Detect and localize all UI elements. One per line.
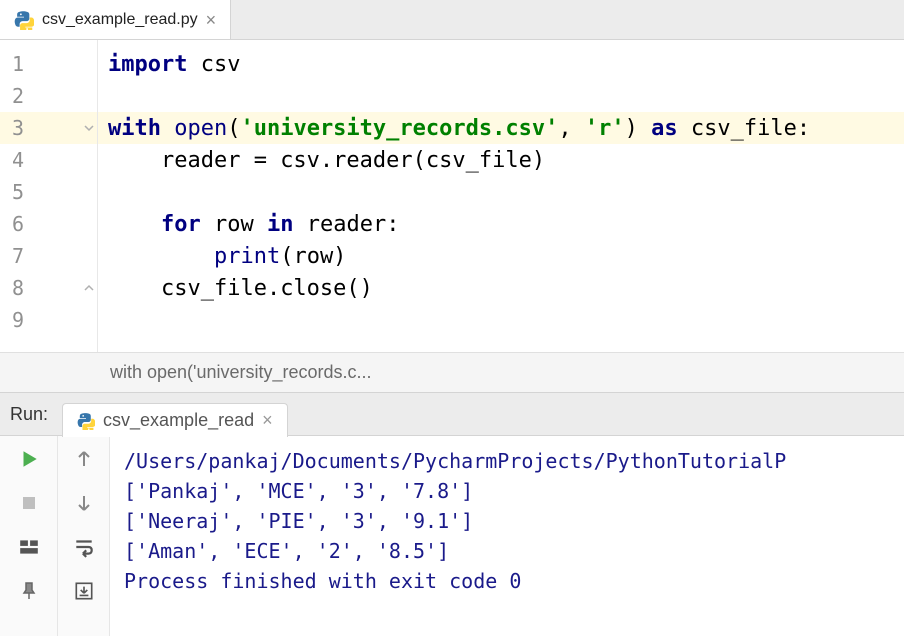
console-line: ['Pankaj', 'MCE', '3', '7.8'] <box>124 476 890 506</box>
editor-tab[interactable]: csv_example_read.py × <box>0 0 231 39</box>
console-line: ['Aman', 'ECE', '2', '8.5'] <box>124 536 890 566</box>
run-config-name: csv_example_read <box>103 410 254 431</box>
code-line: for row in reader: <box>98 208 904 240</box>
close-icon[interactable]: × <box>262 410 273 431</box>
line-number: 3 <box>0 112 97 144</box>
breadcrumb-text: with open('university_records.c... <box>110 362 372 383</box>
code-line: print(row) <box>98 240 904 272</box>
code-line: with open('university_records.csv', 'r')… <box>98 112 904 144</box>
breadcrumb[interactable]: with open('university_records.c... <box>0 352 904 392</box>
console-line: ['Neeraj', 'PIE', '3', '9.1'] <box>124 506 890 536</box>
line-number: 6 <box>0 208 97 240</box>
code-area[interactable]: import csv with open('university_records… <box>98 40 904 352</box>
run-toolbar-primary <box>0 436 58 636</box>
line-number: 7 <box>0 240 97 272</box>
python-file-icon <box>14 10 34 30</box>
up-arrow-button[interactable] <box>71 446 97 472</box>
run-config-tab[interactable]: csv_example_read × <box>62 403 288 437</box>
editor-tab-bar: csv_example_read.py × <box>0 0 904 40</box>
scroll-to-end-button[interactable] <box>71 578 97 604</box>
code-line: csv_file.close() <box>98 272 904 304</box>
line-number: 5 <box>0 176 97 208</box>
console-line: /Users/pankaj/Documents/PycharmProjects/… <box>124 446 890 476</box>
run-label: Run: <box>10 404 48 425</box>
run-panel-body: /Users/pankaj/Documents/PycharmProjects/… <box>0 436 904 636</box>
stop-button[interactable] <box>16 490 42 516</box>
line-number: 1 <box>0 48 97 80</box>
line-number: 8 <box>0 272 97 304</box>
code-line: import csv <box>98 48 904 80</box>
editor: 1 2 3 4 5 6 7 8 9 import csv with open('… <box>0 40 904 352</box>
code-line <box>98 176 904 208</box>
fold-marker-close-icon[interactable] <box>83 282 95 294</box>
line-number-gutter: 1 2 3 4 5 6 7 8 9 <box>0 40 98 352</box>
console-output[interactable]: /Users/pankaj/Documents/PycharmProjects/… <box>110 436 904 636</box>
line-number: 9 <box>0 304 97 336</box>
rerun-button[interactable] <box>16 446 42 472</box>
layout-button[interactable] <box>16 534 42 560</box>
run-toolbar-secondary <box>58 436 110 636</box>
code-line <box>98 304 904 336</box>
python-icon <box>77 412 95 430</box>
fold-marker-open-icon[interactable] <box>83 122 95 134</box>
line-number: 2 <box>0 80 97 112</box>
editor-tab-label: csv_example_read.py <box>42 11 198 29</box>
pin-button[interactable] <box>16 578 42 604</box>
down-arrow-button[interactable] <box>71 490 97 516</box>
code-line: reader = csv.reader(csv_file) <box>98 144 904 176</box>
close-icon[interactable]: × <box>206 11 217 29</box>
run-panel-header: Run: csv_example_read × <box>0 392 904 436</box>
soft-wrap-button[interactable] <box>71 534 97 560</box>
line-number: 4 <box>0 144 97 176</box>
code-line <box>98 80 904 112</box>
console-line: Process finished with exit code 0 <box>124 566 890 596</box>
